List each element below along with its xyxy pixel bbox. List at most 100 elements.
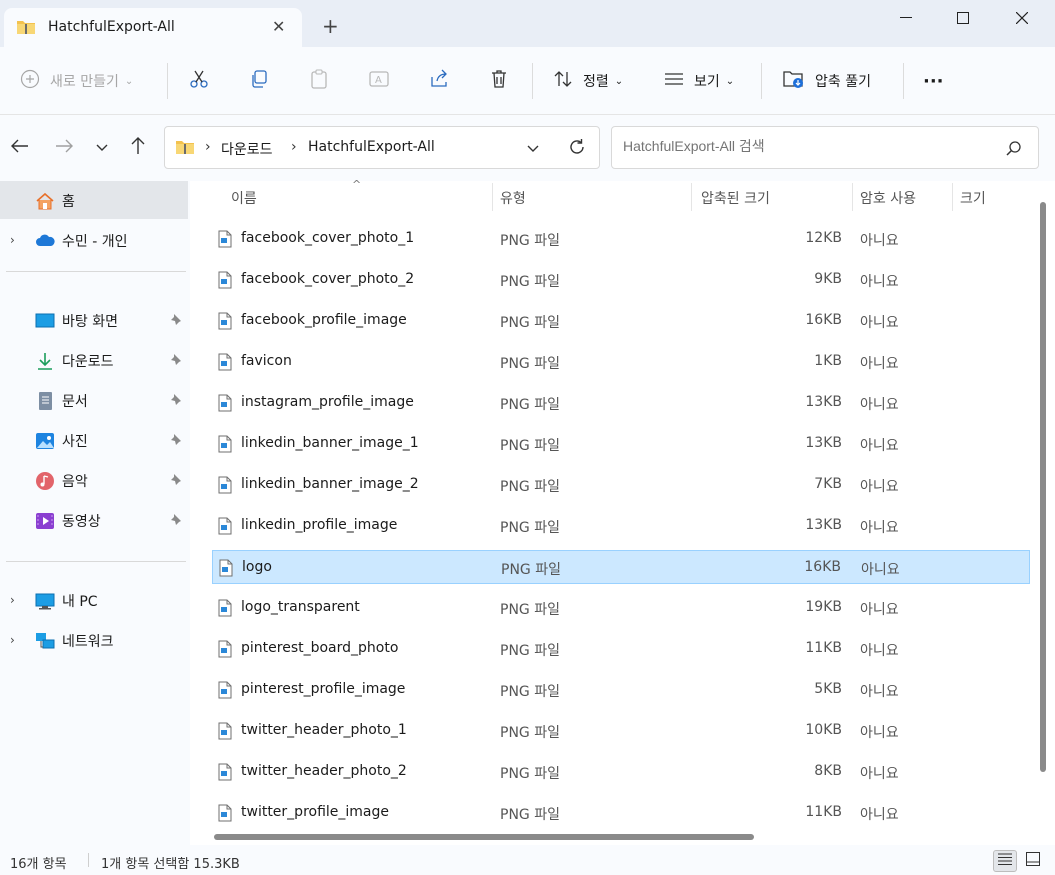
horizontal-scrollbar[interactable]: [214, 834, 754, 840]
file-name: logo_transparent: [241, 599, 360, 615]
file-row[interactable]: instagram_profile_image PNG 파일 13KB 아니요: [212, 386, 1030, 420]
address-dropdown-icon[interactable]: [527, 141, 539, 157]
paste-button[interactable]: [309, 65, 329, 97]
file-row[interactable]: twitter_header_photo_1 PNG 파일 10KB 아니요: [212, 714, 1030, 748]
vertical-scrollbar[interactable]: [1040, 202, 1046, 772]
file-row[interactable]: logo_transparent PNG 파일 19KB 아니요: [212, 591, 1030, 625]
new-button[interactable]: 새로 만들기 ⌄: [20, 65, 133, 97]
file-row[interactable]: linkedin_banner_image_2 PNG 파일 7KB 아니요: [212, 468, 1030, 502]
pin-icon[interactable]: [170, 433, 182, 449]
trash-icon: [489, 69, 509, 93]
up-button[interactable]: [127, 137, 149, 159]
selection-info: 1개 항목 선택함 15.3KB: [101, 857, 240, 872]
sidebar-item-pictures[interactable]: 사진: [0, 421, 188, 459]
file-name: facebook_cover_photo_2: [241, 271, 415, 287]
file-row[interactable]: facebook_profile_image PNG 파일 16KB 아니요: [212, 304, 1030, 338]
close-window-button[interactable]: [1010, 6, 1034, 30]
file-name: favicon: [241, 353, 292, 369]
file-name: twitter_profile_image: [241, 804, 390, 820]
tab-hatchful-export[interactable]: HatchfulExport-All ✕: [4, 8, 302, 47]
scissors-icon: [189, 69, 209, 93]
more-options-button[interactable]: ···: [923, 65, 944, 97]
details-view-icon: [998, 853, 1012, 869]
network-icon: [35, 631, 55, 651]
file-name: instagram_profile_image: [241, 394, 414, 410]
delete-button[interactable]: [489, 65, 509, 97]
column-header-size[interactable]: 크기: [960, 188, 986, 208]
column-divider[interactable]: [492, 183, 493, 211]
column-header-name[interactable]: 이름: [231, 188, 257, 208]
column-divider[interactable]: [952, 183, 953, 211]
file-type: PNG 파일: [500, 766, 560, 782]
file-type: PNG 파일: [500, 233, 560, 249]
forward-button[interactable]: [53, 137, 75, 159]
file-list: 이름 ^ 유형 압축된 크기 암호 사용 크기 facebook_cover_p…: [192, 178, 1055, 845]
search-box[interactable]: [611, 126, 1039, 169]
file-row[interactable]: twitter_profile_image PNG 파일 11KB 아니요: [212, 796, 1030, 830]
sort-button[interactable]: 정렬 ⌄: [553, 65, 623, 97]
pictures-icon: [35, 431, 55, 451]
file-row[interactable]: favicon PNG 파일 1KB 아니요: [212, 345, 1030, 379]
breadcrumb-current-folder[interactable]: HatchfulExport-All: [308, 139, 435, 155]
file-row[interactable]: twitter_header_photo_2 PNG 파일 8KB 아니요: [212, 755, 1030, 789]
pin-icon[interactable]: [170, 353, 182, 369]
file-row[interactable]: linkedin_profile_image PNG 파일 13KB 아니요: [212, 509, 1030, 543]
column-header-password[interactable]: 암호 사용: [860, 188, 916, 208]
sidebar-item-documents[interactable]: 문서: [0, 381, 188, 419]
chevron-right-icon[interactable]: ›: [10, 593, 15, 607]
png-file-icon: [218, 230, 232, 252]
sidebar-item-this-pc[interactable]: › 내 PC: [0, 581, 188, 619]
chevron-right-icon[interactable]: ›: [10, 233, 15, 247]
cut-button[interactable]: [189, 65, 209, 97]
file-row[interactable]: pinterest_profile_image PNG 파일 5KB 아니요: [212, 673, 1030, 707]
sidebar-item-onedrive[interactable]: › 수민 - 개인: [0, 221, 188, 259]
file-row[interactable]: logo PNG 파일 16KB 아니요: [212, 550, 1030, 584]
sidebar-item-videos[interactable]: 동영상: [0, 501, 188, 539]
share-button[interactable]: [429, 65, 449, 97]
sidebar-item-downloads[interactable]: 다운로드: [0, 341, 188, 379]
file-password: 아니요: [860, 725, 899, 741]
copy-button[interactable]: [249, 65, 269, 97]
rename-icon: A: [369, 69, 389, 93]
sidebar-item-network[interactable]: › 네트워크: [0, 621, 188, 659]
new-tab-button[interactable]: +: [322, 16, 339, 36]
search-input[interactable]: [623, 138, 983, 154]
rename-button[interactable]: A: [369, 65, 389, 97]
pin-icon[interactable]: [170, 513, 182, 529]
column-header-compressed-size[interactable]: 압축된 크기: [701, 188, 770, 208]
file-row[interactable]: facebook_cover_photo_2 PNG 파일 9KB 아니요: [212, 263, 1030, 297]
pin-icon[interactable]: [170, 393, 182, 409]
search-icon[interactable]: [1006, 140, 1022, 160]
file-row[interactable]: facebook_cover_photo_1 PNG 파일 12KB 아니요: [212, 222, 1030, 256]
column-divider[interactable]: [691, 183, 692, 211]
sidebar-item-desktop[interactable]: 바탕 화면: [0, 301, 188, 339]
pin-icon[interactable]: [170, 473, 182, 489]
minimize-button[interactable]: [894, 6, 918, 30]
sidebar-item-home[interactable]: 홈: [0, 181, 188, 219]
file-type: PNG 파일: [500, 274, 560, 290]
close-tab-icon[interactable]: ✕: [272, 17, 285, 36]
column-divider[interactable]: [852, 183, 853, 211]
file-row[interactable]: linkedin_banner_image_1 PNG 파일 13KB 아니요: [212, 427, 1030, 461]
chevron-right-icon[interactable]: ›: [10, 633, 15, 647]
navigation-bar: › 다운로드 › HatchfulExport-All: [0, 115, 1055, 181]
file-compressed-size: 13KB: [805, 435, 842, 451]
png-file-icon: [218, 312, 232, 334]
extract-folder-icon: [783, 69, 805, 93]
file-row[interactable]: pinterest_board_photo PNG 파일 11KB 아니요: [212, 632, 1030, 666]
details-view-button[interactable]: [993, 850, 1017, 872]
tiles-view-button[interactable]: [1021, 850, 1045, 872]
png-file-icon: [218, 804, 232, 826]
address-bar[interactable]: › 다운로드 › HatchfulExport-All: [164, 126, 600, 169]
sidebar-item-music[interactable]: 음악: [0, 461, 188, 499]
extract-all-button[interactable]: 압축 풀기: [783, 65, 871, 97]
column-header-type[interactable]: 유형: [500, 188, 526, 208]
pin-icon[interactable]: [170, 313, 182, 329]
recent-locations-button[interactable]: [91, 137, 113, 159]
breadcrumb-downloads[interactable]: 다운로드: [221, 139, 273, 159]
view-button[interactable]: 보기 ⌄: [664, 65, 734, 97]
file-name: logo: [242, 559, 272, 575]
back-button[interactable]: [9, 137, 31, 159]
refresh-icon[interactable]: [568, 138, 586, 160]
maximize-button[interactable]: [951, 6, 975, 30]
